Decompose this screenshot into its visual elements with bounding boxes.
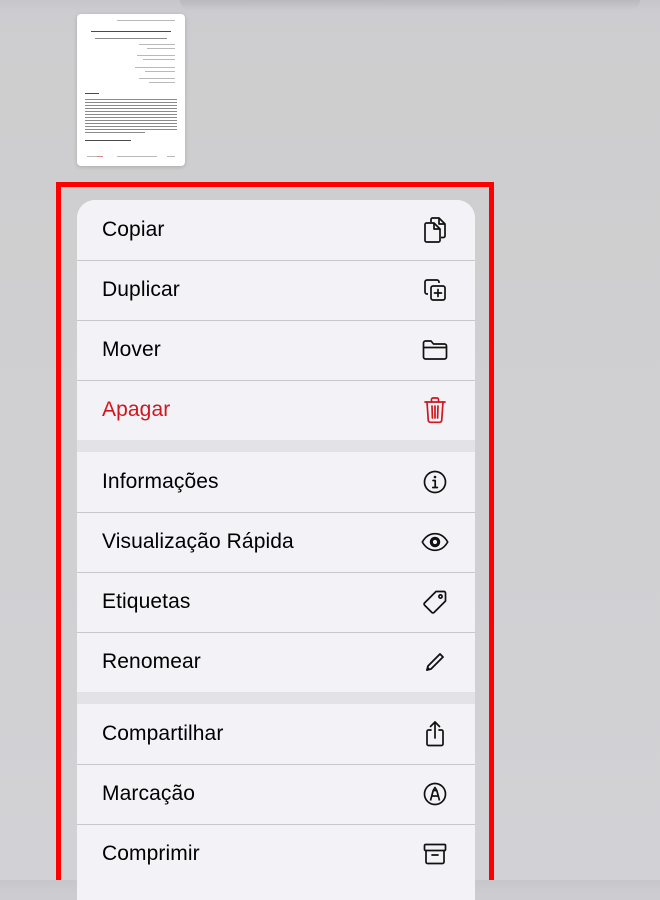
menu-item-compartilhar[interactable]: Compartilhar [77, 704, 475, 764]
menu-item-visualizacao-rapida[interactable]: Visualização Rápida [77, 512, 475, 572]
menu-group: Copiar Duplicar Mover Apagar [77, 200, 475, 440]
menu-group: Informações Visualização Rápida Etiquetas R… [77, 452, 475, 692]
menu-item-label: Etiquetas [102, 590, 191, 613]
menu-item-label: Apagar [102, 398, 171, 421]
menu-item-comprimir[interactable]: Comprimir [77, 824, 475, 884]
menu-item-label: Compartilhar [102, 722, 224, 745]
menu-item-label: Copiar [102, 218, 165, 241]
menu-item-label: Renomear [102, 650, 201, 673]
menu-item-copiar[interactable]: Copiar [77, 200, 475, 260]
menu-item-marcacao[interactable]: Marcação [77, 764, 475, 824]
menu-item-duplicar[interactable]: Duplicar [77, 260, 475, 320]
top-shade [180, 0, 640, 10]
menu-item-apagar[interactable]: Apagar [77, 380, 475, 440]
menu-item-label: Marcação [102, 782, 196, 805]
trash-icon [421, 396, 449, 424]
menu-group-separator [77, 440, 475, 452]
folder-icon [421, 336, 449, 364]
menu-item-label: Visualização Rápida [102, 530, 294, 553]
info-icon [421, 468, 449, 496]
menu-item-label: Informações [102, 470, 219, 493]
eye-icon [421, 528, 449, 556]
menu-item-label: Mover [102, 338, 161, 361]
menu-group: Compartilhar Marcação Comprimir [77, 704, 475, 884]
duplicate-icon [421, 276, 449, 304]
tag-icon [421, 588, 449, 616]
context-menu: Copiar Duplicar Mover Apagar Informações Visu… [77, 200, 475, 900]
pencil-icon [421, 648, 449, 676]
share-icon [421, 720, 449, 748]
menu-item-label: Comprimir [102, 842, 200, 865]
menu-item-mover[interactable]: Mover [77, 320, 475, 380]
copy-icon [421, 216, 449, 244]
archive-icon [421, 840, 449, 868]
document-thumbnail[interactable] [77, 14, 185, 166]
menu-item-renomear[interactable]: Renomear [77, 632, 475, 692]
menu-group-separator [77, 692, 475, 704]
menu-item-informacoes[interactable]: Informações [77, 452, 475, 512]
menu-item-label: Duplicar [102, 278, 180, 301]
markup-icon [421, 780, 449, 808]
menu-item-etiquetas[interactable]: Etiquetas [77, 572, 475, 632]
